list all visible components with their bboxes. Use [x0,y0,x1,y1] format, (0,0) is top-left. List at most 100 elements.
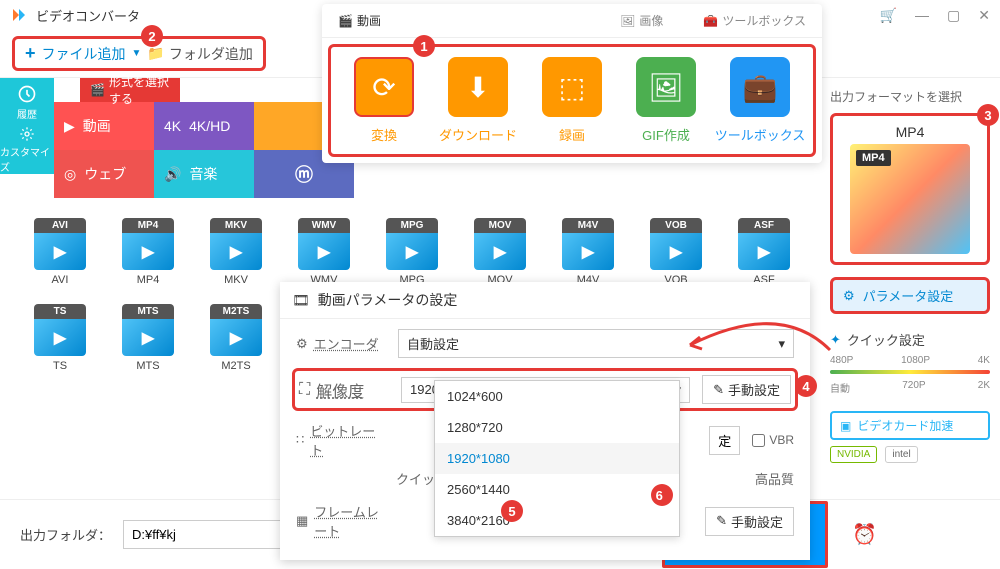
sliders-icon: ⚙ [843,288,855,304]
framerate-manual-button[interactable]: ✎手動設定 [705,507,794,536]
format-label: M2TS [221,360,250,372]
add-file-group: 2 + ファイル追加 ▼ 📁 フォルダ追加 [12,36,266,71]
format-mp4[interactable]: MP4▶ MP4 [118,218,178,286]
format-icon: M4V▶ [562,218,614,270]
format-select-label: 形式を選択する [109,73,170,107]
tab-変換[interactable]: ⟳ 変換 [337,57,431,144]
folder-plus-icon: 📁 [147,45,164,62]
film-icon: 🎞 [292,292,310,309]
tab-ダウンロード[interactable]: ⬇ダウンロード [431,57,525,144]
intel-tag[interactable]: intel [885,446,917,463]
callout-5: 5 [501,500,523,522]
dialog-title: 🎞 動画パラメータの設定 [280,282,810,319]
category-audio[interactable]: 🔊音楽 [154,150,254,198]
bitrate-mode[interactable]: 定 [709,426,740,455]
callout-2: 2 [141,25,163,47]
dropdown-item[interactable]: 1280*720 [435,412,679,443]
quick-slider[interactable] [830,370,990,374]
format-icon: VOB▶ [650,218,702,270]
close-icon[interactable]: ✕ [978,7,990,24]
format-label: MP4 [137,274,160,286]
format-label: AVI [52,274,69,286]
maximize-icon[interactable]: ▢ [947,7,960,24]
format-vob[interactable]: VOB▶VOB [646,218,706,286]
output-format-title: 出力フォーマットを選択 [830,88,990,105]
pencil-icon: ✎ [713,382,724,398]
tab-label: 変換 [371,125,397,144]
add-folder-label: フォルダ追加 [169,44,253,64]
add-file-button[interactable]: + ファイル追加 ▼ [25,43,141,64]
vbr-checkbox[interactable]: VBR [752,433,794,447]
format-asf[interactable]: ASF▶ASF [734,218,794,286]
cart-icon[interactable]: 🛒 [880,7,897,24]
chip-icon: ▣ [840,419,851,433]
category-video[interactable]: ▶ 動画 [54,102,154,150]
plus-icon: + [25,43,36,64]
nvidia-tag[interactable]: NVIDIA [830,446,877,463]
history-button[interactable]: 履歴 [0,78,54,126]
cat-video-label: 動画 [83,116,111,136]
minimize-icon[interactable]: — [915,7,929,24]
output-format-thumb: MP4 [850,144,970,254]
output-folder-label: 出力フォルダ： [20,525,111,544]
format-select-header[interactable]: 🎬 形式を選択する [80,78,180,102]
toolbox-icon: 🧰 [703,14,718,28]
quick-settings: ✦クイック設定 480P 1080P 4K 自動 720P 2K [830,330,990,395]
format-icon: TS▶ [34,304,86,356]
tab-header-video[interactable]: 🎬動画 [338,12,381,29]
format-ts[interactable]: TS▶TS [30,304,90,372]
tab-icon: ⟳ [354,57,414,117]
tab-ツールボックス[interactable]: 💼ツールボックス [713,57,807,144]
parameter-settings-button[interactable]: ⚙ パラメータ設定 [830,277,990,314]
output-format-name: MP4 [841,124,979,140]
tab-録画[interactable]: ⬚ 録画 [525,57,619,144]
output-path-value: D:¥ff¥kj [132,527,176,542]
dropdown-item[interactable]: 3840*2160 [435,505,679,536]
gpu-vendor-row: NVIDIA intel [830,446,990,463]
tab-label: GIF作成 [642,125,690,144]
format-avi[interactable]: AVI▶AVI [30,218,90,286]
left-sidebar: 履歴 カスタマイズ [0,78,54,198]
add-folder-button[interactable]: 📁 フォルダ追加 [147,44,252,64]
format-mov[interactable]: MOV▶MOV [470,218,530,286]
tab-header-image[interactable]: 🖼画像 [620,12,663,29]
film-icon: 🎬 [338,14,353,28]
format-mkv[interactable]: MKV▶ MKV [206,218,266,286]
customize-button[interactable]: カスタマイズ [0,126,54,174]
format-m4v[interactable]: M4V▶M4V [558,218,618,286]
feature-tabs-header: 🎬動画 🖼画像 🧰ツールボックス [322,4,822,38]
alarm-icon[interactable]: ⏰ [852,522,877,547]
format-icon: MOV▶ [474,218,526,270]
dropdown-item[interactable]: 1024*600 [435,381,679,412]
pencil-icon: ✎ [716,513,727,529]
format-icon: MP4▶ [122,218,174,270]
tab-icon: 💼 [730,57,790,117]
play-icon: ▶ [64,118,75,135]
encoder-select[interactable]: 自動設定▾ [398,329,794,358]
chevron-down-icon[interactable]: ▼ [132,48,142,59]
format-label: MKV [224,274,248,286]
dropdown-item[interactable]: 2560*1440 [435,474,679,505]
resolution-manual-button[interactable]: ✎手動設定 [702,375,791,404]
tab-GIF作成[interactable]: 🖼GIF作成 [619,57,713,144]
mp4-tag: MP4 [856,150,891,166]
category-web[interactable]: ◎ウェブ [54,150,154,198]
tab-header-tools[interactable]: 🧰ツールボックス [703,12,806,29]
format-m2ts[interactable]: M2TS▶M2TS [206,304,266,372]
format-mpg[interactable]: MPG▶MPG [382,218,442,286]
gpu-accel-button[interactable]: ▣ ビデオカード加速 [830,411,990,440]
framerate-label: フレームレート [314,502,386,540]
app-title: ビデオコンバータ [36,6,140,25]
format-icon: MKV▶ [210,218,262,270]
tab-label: ダウンロード [439,125,517,144]
history-label: 履歴 [17,106,37,121]
output-format-box[interactable]: 3 MP4 MP4 [830,113,990,265]
dropdown-item[interactable]: 1920*1080 [435,443,679,474]
category-4k[interactable]: 4K4K/HD [154,102,254,150]
encoder-label: エンコーダ [314,334,379,353]
format-mts[interactable]: MTS▶MTS [118,304,178,372]
tab-label: 録画 [559,125,585,144]
format-wmv[interactable]: WMV▶WMV [294,218,354,286]
history-icon [17,84,37,104]
tab-icon: ⬚ [542,57,602,117]
